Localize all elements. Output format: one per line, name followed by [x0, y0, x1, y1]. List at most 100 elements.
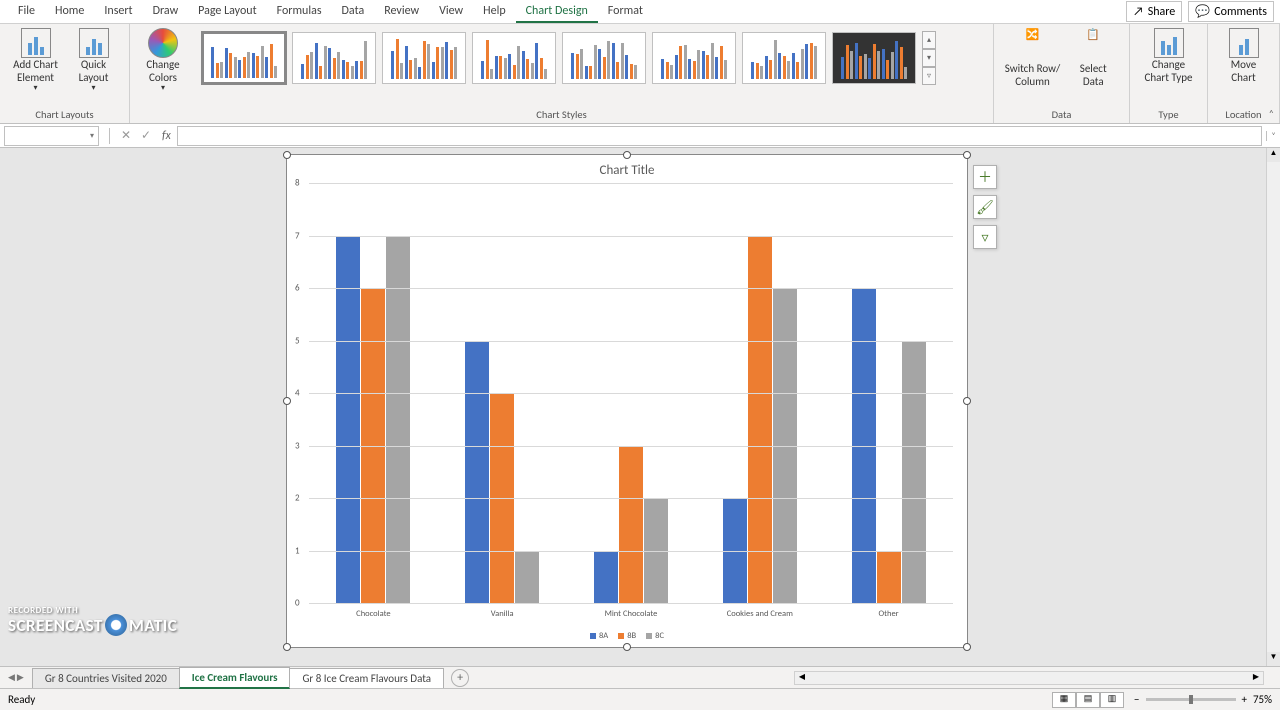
- resize-handle[interactable]: [623, 643, 631, 651]
- select-data-button[interactable]: 📋 Select Data: [1064, 26, 1122, 90]
- tab-home[interactable]: Home: [45, 1, 94, 23]
- wm-suffix: MATIC: [129, 615, 177, 636]
- y-tick: 7: [295, 230, 300, 241]
- chart-style-3[interactable]: [382, 32, 466, 84]
- zoom-level[interactable]: 75%: [1253, 693, 1272, 706]
- status-ready: Ready: [8, 693, 35, 706]
- resize-handle[interactable]: [283, 397, 291, 405]
- page-break-view-button[interactable]: ▥: [1100, 692, 1124, 708]
- add-sheet-button[interactable]: +: [451, 669, 469, 687]
- vertical-scrollbar[interactable]: ▲ ▼: [1266, 148, 1280, 666]
- share-icon: ↗: [1133, 5, 1144, 19]
- ace-label: Add Chart Element: [13, 58, 58, 84]
- move-chart-button[interactable]: Move Chart: [1215, 26, 1273, 86]
- gridline: [309, 236, 953, 237]
- data-bar[interactable]: [748, 236, 772, 604]
- y-tick: 2: [295, 493, 300, 504]
- data-bar[interactable]: [594, 551, 618, 604]
- tab-chart-design[interactable]: Chart Design: [516, 1, 598, 23]
- resize-handle[interactable]: [963, 643, 971, 651]
- legend-item[interactable]: 8C: [646, 631, 664, 641]
- chart-style-2[interactable]: [292, 32, 376, 84]
- plot-area[interactable]: ChocolateVanillaMint ChocolateCookies an…: [309, 183, 953, 603]
- horizontal-scrollbar[interactable]: ◀▶: [794, 671, 1264, 685]
- legend-item[interactable]: 8B: [618, 631, 636, 641]
- confirm-formula-button[interactable]: ✓: [136, 128, 156, 143]
- chart-style-7[interactable]: [742, 32, 826, 84]
- data-bar[interactable]: [619, 446, 643, 604]
- legend-item[interactable]: 8A: [590, 631, 608, 641]
- tab-data[interactable]: Data: [332, 1, 375, 23]
- gridline: [309, 288, 953, 289]
- resize-handle[interactable]: [623, 151, 631, 159]
- share-button[interactable]: ↗ Share: [1126, 1, 1182, 22]
- zoom-in-button[interactable]: +: [1242, 693, 1247, 706]
- move-chart-icon: [1229, 28, 1259, 58]
- sheet-tab-1[interactable]: Gr 8 Countries Visited 2020: [32, 668, 180, 688]
- resize-handle[interactable]: [963, 151, 971, 159]
- gridline: [309, 183, 953, 184]
- chart-style-5[interactable]: [562, 32, 646, 84]
- tab-format[interactable]: Format: [598, 1, 653, 23]
- add-chart-element-button[interactable]: Add Chart Element ▾: [7, 26, 65, 96]
- tab-file[interactable]: File: [8, 1, 45, 23]
- tab-draw[interactable]: Draw: [143, 1, 189, 23]
- chart-style-4[interactable]: [472, 32, 556, 84]
- style-gallery-scroll[interactable]: ▴▾▿: [922, 30, 936, 86]
- data-bar[interactable]: [877, 551, 901, 604]
- sheet-tab-3[interactable]: Gr 8 Ice Cream Flavours Data: [289, 668, 444, 688]
- y-tick: 0: [295, 598, 300, 609]
- formula-expand-button[interactable]: ˅: [1266, 131, 1280, 141]
- chart-object[interactable]: ＋ 🖌 ▿ Chart Title ChocolateVanillaMint C…: [286, 154, 968, 648]
- resize-handle[interactable]: [283, 643, 291, 651]
- gridline: [309, 603, 953, 604]
- tab-view[interactable]: View: [429, 1, 473, 23]
- page-layout-view-button[interactable]: ▤: [1076, 692, 1100, 708]
- tab-review[interactable]: Review: [374, 1, 429, 23]
- tab-help[interactable]: Help: [473, 1, 516, 23]
- quick-layout-button[interactable]: Quick Layout ▾: [65, 26, 123, 96]
- comments-button[interactable]: 💬 Comments: [1188, 1, 1274, 22]
- sheet-tab-2[interactable]: Ice Cream Flavours: [179, 667, 291, 689]
- data-bar[interactable]: [902, 341, 926, 604]
- resize-handle[interactable]: [963, 397, 971, 405]
- collapse-ribbon-button[interactable]: ˄: [1269, 107, 1274, 120]
- gridline: [309, 498, 953, 499]
- formula-input[interactable]: [177, 126, 1262, 146]
- chart-legend[interactable]: 8A 8B 8C: [287, 631, 967, 641]
- data-bar[interactable]: [465, 341, 489, 604]
- zoom-out-button[interactable]: −: [1134, 693, 1139, 706]
- quick-layout-icon: [79, 28, 109, 58]
- data-bar[interactable]: [515, 551, 539, 604]
- y-tick: 8: [295, 178, 300, 189]
- zoom-slider[interactable]: [1146, 698, 1236, 701]
- group-chart-styles: Chart Styles: [536, 106, 587, 123]
- chart-style-1[interactable]: [202, 32, 286, 84]
- name-box[interactable]: ▾: [4, 126, 99, 146]
- data-bar[interactable]: [336, 236, 360, 604]
- chart-styles-button[interactable]: 🖌: [973, 195, 997, 219]
- comments-icon: 💬: [1195, 4, 1210, 19]
- formula-bar: ▾ ✕ ✓ fx ˅: [0, 124, 1280, 148]
- change-chart-type-button[interactable]: Change Chart Type: [1140, 26, 1198, 86]
- wm-main: SCREENCAST: [8, 615, 103, 636]
- sheet-nav[interactable]: ◀▶: [0, 672, 32, 683]
- fx-label: fx: [156, 129, 177, 143]
- change-colors-button[interactable]: Change Colors ▾: [134, 26, 192, 96]
- normal-view-button[interactable]: ▦: [1052, 692, 1076, 708]
- tab-formulas[interactable]: Formulas: [267, 1, 332, 23]
- sd-label: Select Data: [1080, 62, 1107, 88]
- data-bar[interactable]: [386, 236, 410, 604]
- chart-style-8[interactable]: [832, 32, 916, 84]
- chart-side-buttons: ＋ 🖌 ▿: [973, 165, 997, 249]
- tab-insert[interactable]: Insert: [94, 1, 142, 23]
- resize-handle[interactable]: [283, 151, 291, 159]
- switch-row-column-button[interactable]: 🔀 Switch Row/ Column: [1001, 26, 1064, 90]
- cancel-formula-button[interactable]: ✕: [116, 128, 136, 143]
- tab-page-layout[interactable]: Page Layout: [188, 1, 266, 23]
- chart-style-6[interactable]: [652, 32, 736, 84]
- group-location: Location: [1225, 106, 1261, 123]
- chart-elements-button[interactable]: ＋: [973, 165, 997, 189]
- worksheet-area[interactable]: ＋ 🖌 ▿ Chart Title ChocolateVanillaMint C…: [0, 148, 1280, 666]
- chart-filters-button[interactable]: ▿: [973, 225, 997, 249]
